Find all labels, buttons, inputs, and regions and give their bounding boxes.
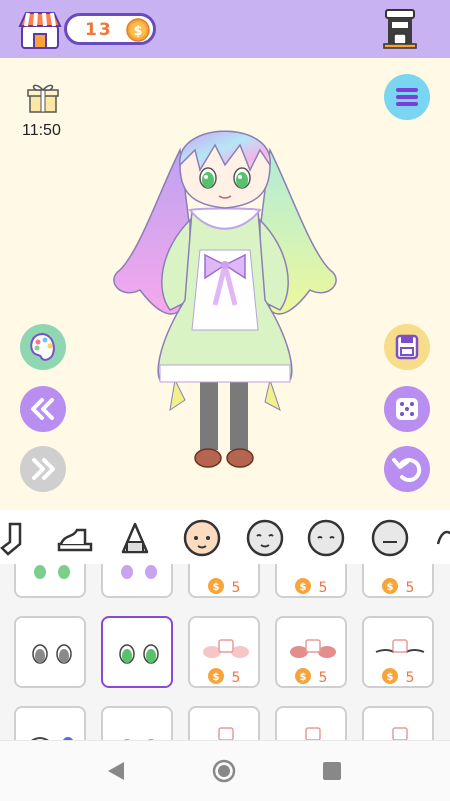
- grid-item-locked[interactable]: [188, 706, 260, 740]
- lock-icon: [392, 727, 408, 740]
- dice-icon: [396, 398, 418, 420]
- system-nav-bar: [0, 740, 450, 801]
- eyes-green-thumbnail: [34, 565, 70, 579]
- svg-text:5: 5: [406, 670, 415, 686]
- undo-icon: [392, 458, 422, 483]
- save-icon: [395, 334, 419, 360]
- item-grid: $ 5 $ 5 $ 5 $ 5 $ 5 $ 5: [0, 564, 450, 740]
- svg-text:$: $: [213, 582, 220, 593]
- lock-price-icon: $ 5: [290, 639, 336, 686]
- face-blank-2-icon[interactable]: [306, 518, 346, 558]
- double-left-icon: [31, 398, 54, 420]
- coffee-machine-icon[interactable]: [380, 8, 420, 50]
- category-bar: [0, 510, 450, 565]
- svg-text:$: $: [300, 582, 307, 593]
- svg-text:5: 5: [232, 670, 241, 686]
- svg-text:5: 5: [319, 580, 328, 596]
- eyes-gray-thumbnail: [32, 644, 72, 664]
- grid-item[interactable]: [14, 616, 86, 688]
- face-blank-1-icon[interactable]: [245, 518, 285, 558]
- palette-button[interactable]: [20, 324, 66, 370]
- svg-text:5: 5: [232, 580, 241, 596]
- sock-icon[interactable]: [0, 518, 30, 558]
- grid-item-locked[interactable]: $ 5: [275, 564, 347, 598]
- svg-text:$: $: [387, 582, 394, 593]
- lock-icon: [218, 727, 234, 740]
- menu-button[interactable]: [384, 74, 430, 120]
- palette-icon: [30, 332, 55, 361]
- undo-button[interactable]: [384, 446, 430, 492]
- previous-button[interactable]: [20, 386, 66, 432]
- bag-icon[interactable]: [115, 518, 155, 558]
- eyes-blue-thumbnail: [31, 737, 73, 740]
- top-bar: 13 $: [0, 0, 450, 58]
- svg-text:$: $: [133, 24, 142, 39]
- grid-item-selected[interactable]: [101, 616, 173, 688]
- menu-icon: [396, 88, 418, 106]
- recents-icon[interactable]: [320, 759, 344, 783]
- svg-text:$: $: [213, 672, 220, 683]
- eyes-green-thumbnail: [119, 644, 159, 664]
- grid-item[interactable]: [101, 706, 173, 740]
- lock-price-icon: $ 5: [375, 639, 425, 686]
- grid-item[interactable]: [14, 564, 86, 598]
- grid-item-locked[interactable]: $ 5: [275, 616, 347, 688]
- grid-item-locked[interactable]: $ 5: [362, 564, 434, 598]
- coin-count: 13: [85, 20, 113, 40]
- double-right-icon: [32, 458, 55, 480]
- svg-text:5: 5: [406, 580, 415, 596]
- gift-timer: 11:50: [22, 122, 61, 139]
- eyes-blue-thumbnail: [123, 739, 155, 740]
- grid-item-locked[interactable]: $ 5: [362, 616, 434, 688]
- lock-price-icon: $ 5: [382, 578, 415, 596]
- back-icon[interactable]: [104, 759, 128, 783]
- lock-price-icon: $ 5: [295, 578, 328, 596]
- grid-item-locked[interactable]: $ 5: [188, 564, 260, 598]
- grid-item-locked[interactable]: $ 5: [188, 616, 260, 688]
- next-button[interactable]: [20, 446, 66, 492]
- shop-icon[interactable]: [18, 10, 62, 50]
- grid-item-locked[interactable]: [275, 706, 347, 740]
- shoe-icon[interactable]: [55, 518, 95, 558]
- doll-character[interactable]: [100, 110, 350, 490]
- lock-price-icon: $ 5: [203, 639, 249, 686]
- random-button[interactable]: [384, 386, 430, 432]
- grid-item-locked[interactable]: [362, 706, 434, 740]
- eyes-purple-thumbnail: [121, 565, 157, 579]
- svg-text:$: $: [387, 672, 394, 683]
- coin-counter: 13 $: [64, 13, 156, 45]
- grid-item[interactable]: [101, 564, 173, 598]
- svg-text:$: $: [300, 672, 307, 683]
- lock-price-icon: $ 5: [208, 578, 241, 596]
- face-blank-3-icon[interactable]: [370, 518, 410, 558]
- face-skin-icon[interactable]: [182, 518, 222, 558]
- svg-text:5: 5: [319, 670, 328, 686]
- save-button[interactable]: [384, 324, 430, 370]
- home-icon[interactable]: [212, 759, 236, 783]
- lock-icon: [305, 727, 321, 740]
- grid-item[interactable]: [14, 706, 86, 740]
- more-category-icon[interactable]: [432, 518, 450, 558]
- coin-icon: $: [126, 18, 150, 42]
- gift-icon[interactable]: [26, 80, 60, 114]
